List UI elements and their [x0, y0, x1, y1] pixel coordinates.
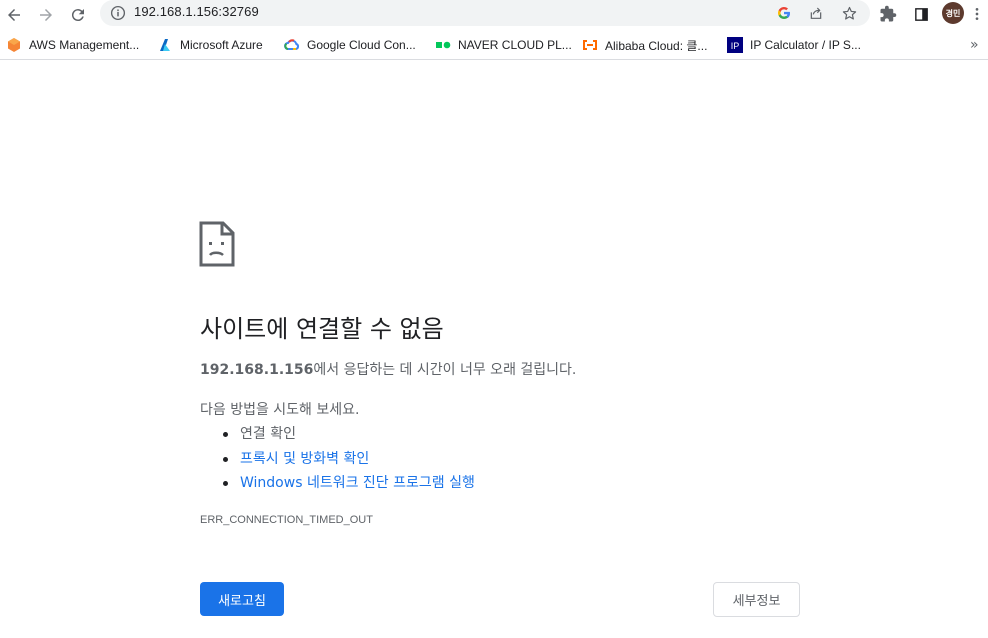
try-heading: 다음 방법을 시도해 보세요.: [200, 402, 360, 418]
details-button[interactable]: 세부정보: [713, 582, 800, 617]
bookmarks-bar: AWS Management... Microsoft Azure Google…: [0, 30, 988, 60]
error-description-text: 에서 응답하는 데 시간이 너무 오래 걸립니다.: [313, 362, 577, 378]
naver-cloud-icon: [435, 37, 451, 53]
reload-page-button[interactable]: 새로고침: [200, 582, 284, 616]
url-text[interactable]: 192.168.1.156:32769: [134, 4, 259, 19]
address-bar[interactable]: 192.168.1.156:32769: [100, 0, 870, 26]
back-button[interactable]: [1, 2, 27, 28]
profile-avatar[interactable]: 경민: [942, 2, 964, 24]
suggestion-run-network-diagnostics-link[interactable]: Windows 네트워크 진단 프로그램 실행: [220, 471, 475, 496]
bookmark-google-cloud[interactable]: Google Cloud Con...: [284, 35, 416, 55]
arrow-right-icon: [40, 9, 52, 21]
forward-button[interactable]: [33, 2, 59, 28]
bookmark-naver-cloud[interactable]: NAVER CLOUD PL...: [435, 35, 572, 55]
side-panel-icon[interactable]: [910, 3, 932, 25]
suggestion-check-connection: 연결 확인: [220, 422, 475, 447]
more-bookmarks-chevron-icon[interactable]: »: [970, 37, 979, 53]
bookmark-ip-calculator[interactable]: IP IP Calculator / IP S...: [727, 35, 861, 55]
aws-icon: [6, 37, 22, 53]
alibaba-cloud-icon: [582, 37, 598, 53]
google-translate-icon[interactable]: [774, 3, 794, 23]
suggestion-check-proxy-firewall-link[interactable]: 프록시 및 방화벽 확인: [220, 447, 475, 472]
arrow-left-icon: [8, 9, 20, 21]
bookmark-azure[interactable]: Microsoft Azure: [157, 35, 263, 55]
sad-page-icon: [199, 221, 235, 267]
reload-icon: [71, 9, 84, 22]
extensions-icon[interactable]: [877, 3, 899, 25]
azure-icon: [157, 37, 173, 53]
suggestions-list: 연결 확인 프록시 및 방화벽 확인 Windows 네트워크 진단 프로그램 …: [220, 422, 475, 496]
error-host: 192.168.1.156: [200, 362, 314, 378]
svg-text:IP: IP: [731, 41, 740, 51]
ip-calculator-icon: IP: [727, 37, 743, 53]
browser-toolbar: 192.168.1.156:32769 경민: [0, 0, 988, 30]
reload-button[interactable]: [65, 2, 91, 28]
bookmark-alibaba-cloud[interactable]: Alibaba Cloud: 클...: [582, 35, 707, 55]
google-cloud-icon: [284, 37, 300, 53]
error-code: ERR_CONNECTION_TIMED_OUT: [200, 514, 373, 526]
info-icon[interactable]: [109, 4, 127, 22]
share-icon[interactable]: [806, 3, 826, 23]
error-title: 사이트에 연결할 수 없음: [200, 315, 444, 343]
star-icon[interactable]: [839, 3, 859, 23]
error-page: 사이트에 연결할 수 없음 192.168.1.156에서 응답하는 데 시간이…: [0, 61, 988, 638]
bookmark-aws[interactable]: AWS Management...: [6, 35, 139, 55]
menu-kebab-icon[interactable]: [966, 3, 988, 25]
error-description: 192.168.1.156에서 응답하는 데 시간이 너무 오래 걸립니다.: [200, 359, 576, 379]
